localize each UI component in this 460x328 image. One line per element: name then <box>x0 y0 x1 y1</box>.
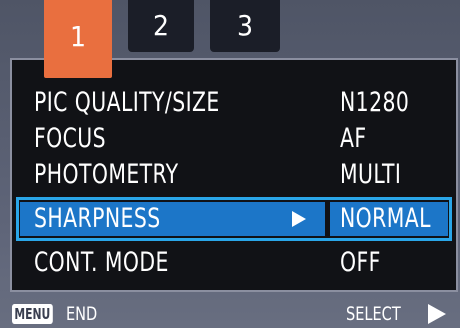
select-label: SELECT <box>346 303 401 325</box>
menu-item-label: PHOTOMETRY <box>34 159 179 190</box>
menu-item-value: AF <box>340 123 367 154</box>
menu-panel: PIC QUALITY/SIZE N1280 FOCUS AF PHOTOMET… <box>10 58 458 292</box>
menu-item-photometry[interactable]: PHOTOMETRY MULTI <box>12 158 456 192</box>
tab-2[interactable]: 2 <box>128 0 194 52</box>
bottom-bar: MENU END SELECT <box>0 298 460 328</box>
menu-item-value: N1280 <box>340 87 410 118</box>
tab-1[interactable]: 1 <box>44 0 112 78</box>
end-label: END <box>66 303 98 325</box>
menu-item-sharpness[interactable]: SHARPNESS NORMAL <box>12 202 456 236</box>
menu-item-label: FOCUS <box>34 123 107 154</box>
right-triangle-icon <box>292 211 306 227</box>
menu-item-focus[interactable]: FOCUS AF <box>12 122 456 156</box>
menu-item-label: PIC QUALITY/SIZE <box>34 87 220 118</box>
camera-menu-screen: 1 2 3 PIC QUALITY/SIZE N1280 FOCUS AF PH… <box>0 0 460 328</box>
right-triangle-icon[interactable] <box>428 304 446 324</box>
menu-item-cont-mode[interactable]: CONT. MODE OFF <box>12 246 456 280</box>
menu-item-pic-quality-size[interactable]: PIC QUALITY/SIZE N1280 <box>12 86 456 120</box>
menu-item-value: OFF <box>340 247 381 278</box>
menu-item-label: SHARPNESS <box>34 203 161 234</box>
menu-item-value: NORMAL <box>340 203 431 234</box>
tab-3[interactable]: 3 <box>210 0 280 52</box>
menu-item-label: CONT. MODE <box>34 247 169 278</box>
menu-item-value: MULTI <box>340 159 402 190</box>
menu-button-icon[interactable]: MENU <box>12 304 53 324</box>
